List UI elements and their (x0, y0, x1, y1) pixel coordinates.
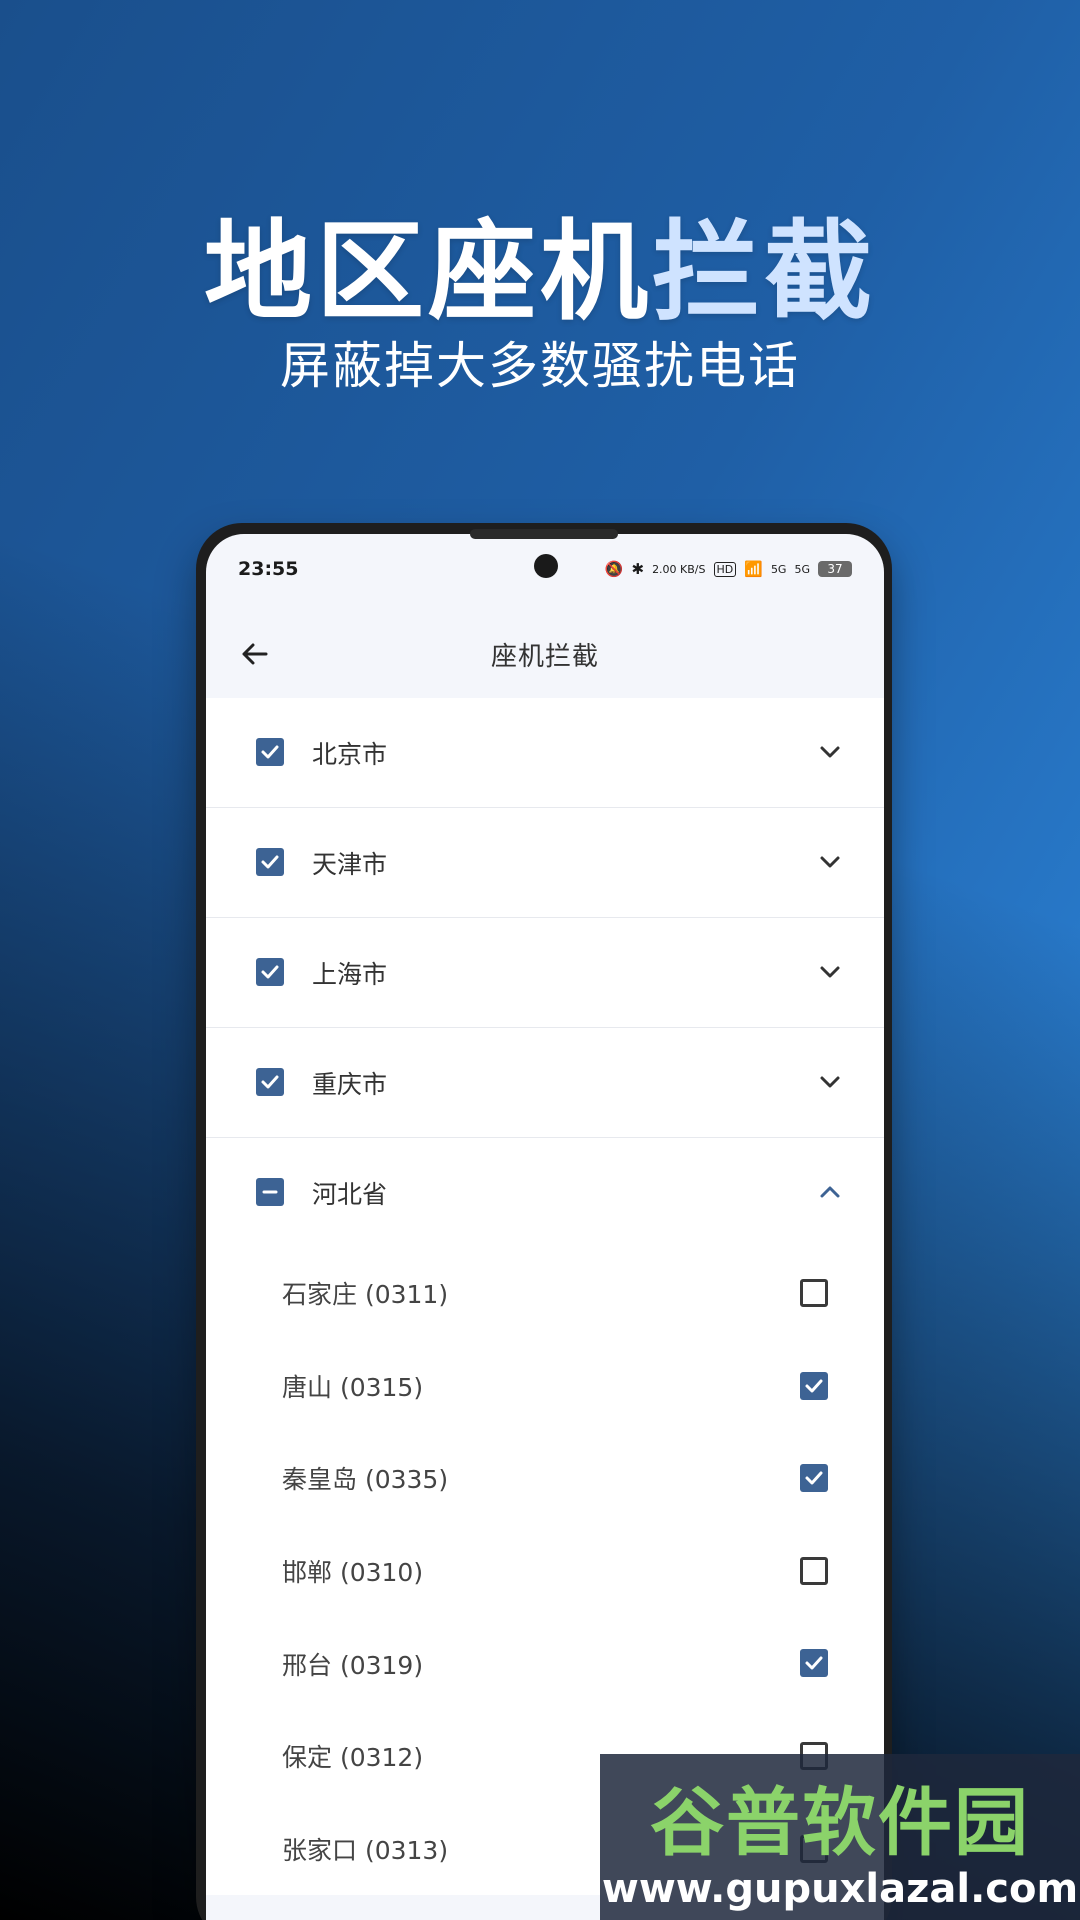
headline-main: 地区座机 (203, 210, 652, 335)
checkbox-checked-icon[interactable] (256, 958, 284, 986)
province-label: 北京市 (312, 739, 388, 769)
promo-background: 地区座机拦截 屏蔽掉大多数骚扰电话 23:55 🔕 ✱ 2.00 KB/S HD… (0, 0, 1080, 1920)
province-label: 天津市 (312, 849, 388, 879)
wifi-icon: 📶 (744, 560, 763, 578)
chevron-down-icon[interactable] (816, 1068, 844, 1096)
front-camera (534, 554, 558, 578)
checkbox-checked-icon[interactable] (256, 1068, 284, 1096)
status-bar: 23:55 🔕 ✱ 2.00 KB/S HD 📶 5G 5G 37 (206, 534, 884, 604)
city-label: 保定 (0312) (282, 1743, 424, 1773)
province-row[interactable]: 河北省 (206, 1138, 884, 1247)
city-label: 张家口 (0313) (282, 1835, 449, 1865)
checkbox-unchecked-icon[interactable] (800, 1556, 828, 1585)
watermark-name: 谷普软件园 (650, 1779, 1030, 1866)
checkbox-checked-icon[interactable] (800, 1371, 828, 1400)
bluetooth-icon: ✱ (631, 560, 645, 578)
chevron-up-icon[interactable] (816, 1178, 844, 1206)
province-label: 河北省 (312, 1179, 388, 1209)
city-label: 邯郸 (0310) (282, 1558, 424, 1588)
mute-icon: 🔕 (604, 560, 624, 578)
promo-headline: 地区座机拦截 (0, 185, 1080, 341)
phone-speaker (470, 529, 618, 539)
back-arrow-icon[interactable] (234, 634, 274, 674)
watermark-url: www.gupuxlazal.com (601, 1865, 1079, 1912)
province-row[interactable]: 北京市 (206, 698, 884, 808)
city-row[interactable]: 邯郸 (0310) (206, 1524, 884, 1618)
city-row[interactable]: 秦皇岛 (0335) (206, 1432, 884, 1525)
city-row[interactable]: 石家庄 (0311) (206, 1247, 884, 1340)
province-label: 上海市 (312, 959, 388, 989)
promo-subline: 屏蔽掉大多数骚扰电话 (280, 337, 800, 395)
province-label: 重庆市 (312, 1069, 388, 1099)
checkbox-checked-icon[interactable] (800, 1649, 828, 1678)
signal-2: 5G (794, 562, 810, 576)
status-time: 23:55 (238, 558, 299, 580)
page-title: 座机拦截 (490, 641, 599, 672)
checkbox-checked-icon[interactable] (256, 848, 284, 876)
status-icons: 🔕 ✱ 2.00 KB/S HD 📶 5G 5G 37 (605, 560, 852, 578)
phone-screen: 23:55 🔕 ✱ 2.00 KB/S HD 📶 5G 5G 37 座机拦截 北… (206, 534, 884, 1920)
checkbox-checked-icon[interactable] (256, 738, 284, 766)
chevron-down-icon[interactable] (816, 738, 844, 766)
app-bar: 座机拦截 (206, 604, 884, 704)
watermark-logo: 谷普软件园 www.gupuxlazal.com (600, 1754, 1080, 1920)
province-row[interactable]: 重庆市 (206, 1028, 884, 1138)
city-label: 唐山 (0315) (282, 1372, 424, 1402)
city-label: 邢台 (0319) (282, 1650, 424, 1680)
city-row[interactable]: 邢台 (0319) (206, 1617, 884, 1710)
checkbox-checked-icon[interactable] (800, 1464, 828, 1493)
province-row[interactable]: 天津市 (206, 808, 884, 918)
headline-fade: 拦截 (652, 210, 877, 335)
net-speed: 2.00 KB/S (652, 562, 706, 576)
chevron-down-icon[interactable] (816, 848, 844, 876)
province-list: 北京市天津市上海市重庆市河北省石家庄 (0311) 唐山 (0315) 秦皇岛 (0… (206, 698, 884, 1896)
hd-badge: HD (713, 561, 737, 577)
city-label: 石家庄 (0311) (282, 1280, 449, 1310)
signal-1: 5G (770, 562, 787, 576)
checkbox-unchecked-icon[interactable] (800, 1279, 828, 1307)
city-label: 秦皇岛 (0335) (282, 1465, 449, 1495)
chevron-down-icon[interactable] (816, 958, 844, 986)
city-row[interactable]: 唐山 (0315) (206, 1339, 884, 1433)
province-row[interactable]: 上海市 (206, 918, 884, 1028)
checkbox-indeterminate-icon[interactable] (256, 1178, 284, 1206)
battery-icon: 37 (818, 561, 852, 577)
